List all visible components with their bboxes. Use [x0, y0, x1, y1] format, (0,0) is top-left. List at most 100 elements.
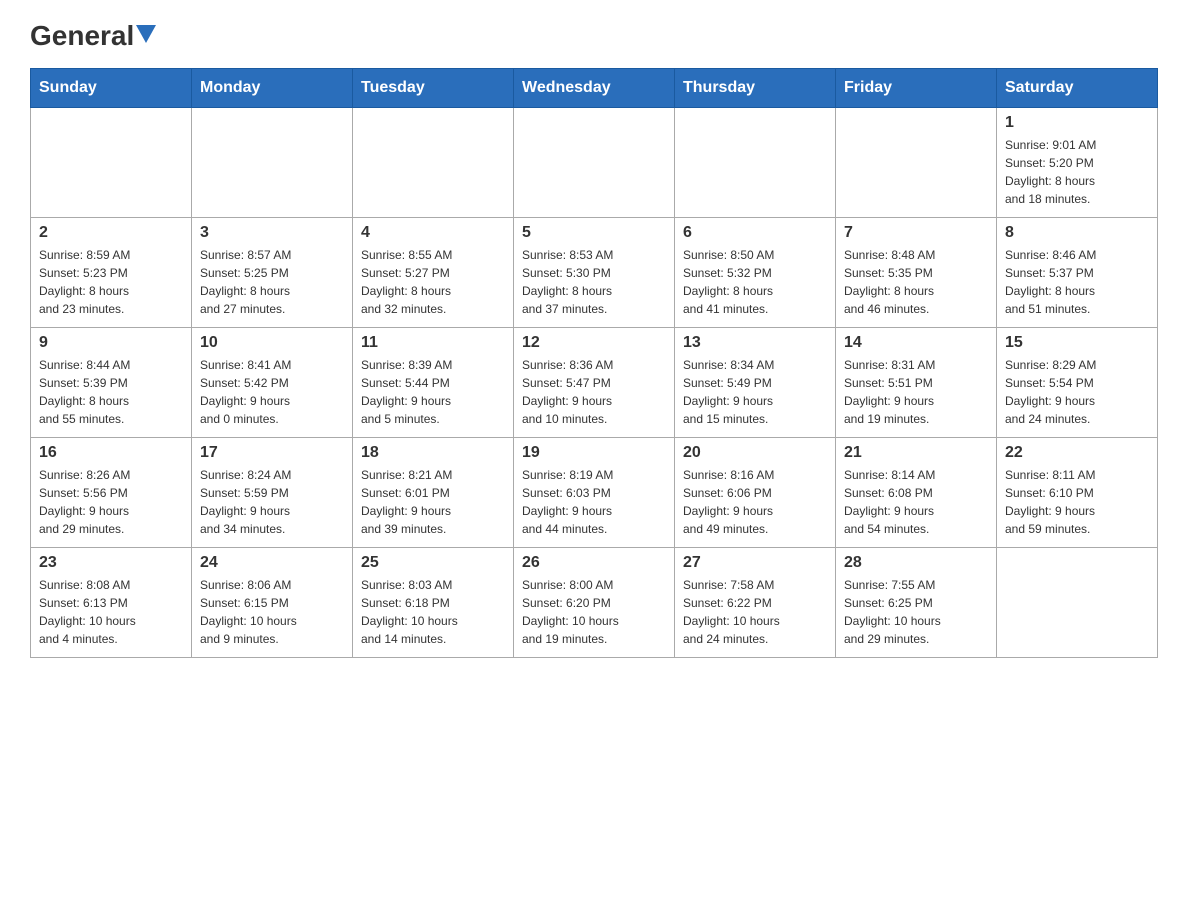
weekday-header-tuesday: Tuesday: [353, 69, 514, 108]
day-number: 17: [200, 444, 344, 462]
calendar-cell: 24 Sunrise: 8:06 AM Sunset: 6:15 PM Dayli…: [192, 548, 353, 658]
day-number: 3: [200, 224, 344, 242]
day-info: Sunrise: 7:58 AM Sunset: 6:22 PM Dayligh…: [683, 576, 827, 648]
calendar-cell: 26 Sunrise: 8:00 AM Sunset: 6:20 PM Dayli…: [514, 548, 675, 658]
logo: General: [30, 20, 156, 48]
day-info: Sunrise: 8:53 AM Sunset: 5:30 PM Dayligh…: [522, 246, 666, 318]
calendar-cell: 15 Sunrise: 8:29 AM Sunset: 5:54 PM Dayli…: [997, 328, 1158, 438]
day-number: 24: [200, 554, 344, 572]
week-row-2: 2Sunrise: 8:59 AM Sunset: 5:23 PM Daylig…: [31, 218, 1158, 328]
day-info: Sunrise: 8:34 AM Sunset: 5:49 PM Dayligh…: [683, 356, 827, 428]
calendar-cell: [31, 108, 192, 218]
calendar-cell: 7 Sunrise: 8:48 AM Sunset: 5:35 PM Daylig…: [836, 218, 997, 328]
day-number: 26: [522, 554, 666, 572]
weekday-header-wednesday: Wednesday: [514, 69, 675, 108]
day-number: 6: [683, 224, 827, 242]
day-info: Sunrise: 8:29 AM Sunset: 5:54 PM Dayligh…: [1005, 356, 1149, 428]
logo-general: General: [30, 20, 134, 52]
day-number: 9: [39, 334, 183, 352]
day-number: 21: [844, 444, 988, 462]
day-number: 13: [683, 334, 827, 352]
day-number: 15: [1005, 334, 1149, 352]
day-info: Sunrise: 7:55 AM Sunset: 6:25 PM Dayligh…: [844, 576, 988, 648]
weekday-row: SundayMondayTuesdayWednesdayThursdayFrid…: [31, 69, 1158, 108]
calendar-cell: [675, 108, 836, 218]
logo-text: General: [30, 20, 156, 52]
weekday-header-saturday: Saturday: [997, 69, 1158, 108]
day-info: Sunrise: 8:08 AM Sunset: 6:13 PM Dayligh…: [39, 576, 183, 648]
day-info: Sunrise: 8:36 AM Sunset: 5:47 PM Dayligh…: [522, 356, 666, 428]
calendar-cell: 23 Sunrise: 8:08 AM Sunset: 6:13 PM Dayli…: [31, 548, 192, 658]
calendar-cell: [353, 108, 514, 218]
day-info: Sunrise: 8:26 AM Sunset: 5:56 PM Dayligh…: [39, 466, 183, 538]
day-number: 2: [39, 224, 183, 242]
calendar-cell: 19 Sunrise: 8:19 AM Sunset: 6:03 PM Dayli…: [514, 438, 675, 548]
calendar-cell: 3 Sunrise: 8:57 AM Sunset: 5:25 PM Daylig…: [192, 218, 353, 328]
calendar-cell: [192, 108, 353, 218]
week-row-4: 16 Sunrise: 8:26 AM Sunset: 5:56 PM Dayli…: [31, 438, 1158, 548]
day-info: Sunrise: 8:24 AM Sunset: 5:59 PM Dayligh…: [200, 466, 344, 538]
weekday-header-thursday: Thursday: [675, 69, 836, 108]
day-info: Sunrise: 8:03 AM Sunset: 6:18 PM Dayligh…: [361, 576, 505, 648]
day-info: Sunrise: 8:46 AM Sunset: 5:37 PM Dayligh…: [1005, 246, 1149, 318]
day-number: 28: [844, 554, 988, 572]
calendar-cell: 17 Sunrise: 8:24 AM Sunset: 5:59 PM Dayli…: [192, 438, 353, 548]
calendar-cell: 20Sunrise: 8:16 AM Sunset: 6:06 PM Dayli…: [675, 438, 836, 548]
day-number: 7: [844, 224, 988, 242]
calendar-cell: 14 Sunrise: 8:31 AM Sunset: 5:51 PM Dayli…: [836, 328, 997, 438]
day-info: Sunrise: 8:50 AM Sunset: 5:32 PM Dayligh…: [683, 246, 827, 318]
weekday-header-monday: Monday: [192, 69, 353, 108]
calendar-cell: 28 Sunrise: 7:55 AM Sunset: 6:25 PM Dayli…: [836, 548, 997, 658]
day-info: Sunrise: 9:01 AM Sunset: 5:20 PM Dayligh…: [1005, 136, 1149, 208]
week-row-1: 1 Sunrise: 9:01 AM Sunset: 5:20 PM Daylig…: [31, 108, 1158, 218]
day-number: 10: [200, 334, 344, 352]
calendar-cell: 21 Sunrise: 8:14 AM Sunset: 6:08 PM Dayli…: [836, 438, 997, 548]
calendar-cell: 27 Sunrise: 7:58 AM Sunset: 6:22 PM Dayli…: [675, 548, 836, 658]
day-info: Sunrise: 8:48 AM Sunset: 5:35 PM Dayligh…: [844, 246, 988, 318]
day-info: Sunrise: 8:39 AM Sunset: 5:44 PM Dayligh…: [361, 356, 505, 428]
day-number: 4: [361, 224, 505, 242]
calendar-cell: 9 Sunrise: 8:44 AM Sunset: 5:39 PM Daylig…: [31, 328, 192, 438]
weekday-header-friday: Friday: [836, 69, 997, 108]
calendar-cell: 25 Sunrise: 8:03 AM Sunset: 6:18 PM Dayli…: [353, 548, 514, 658]
day-number: 27: [683, 554, 827, 572]
calendar-cell: 2Sunrise: 8:59 AM Sunset: 5:23 PM Daylig…: [31, 218, 192, 328]
day-number: 19: [522, 444, 666, 462]
day-number: 18: [361, 444, 505, 462]
day-number: 23: [39, 554, 183, 572]
day-info: Sunrise: 8:41 AM Sunset: 5:42 PM Dayligh…: [200, 356, 344, 428]
day-number: 22: [1005, 444, 1149, 462]
day-info: Sunrise: 8:44 AM Sunset: 5:39 PM Dayligh…: [39, 356, 183, 428]
day-info: Sunrise: 8:57 AM Sunset: 5:25 PM Dayligh…: [200, 246, 344, 318]
day-info: Sunrise: 8:55 AM Sunset: 5:27 PM Dayligh…: [361, 246, 505, 318]
page-header: General: [30, 20, 1158, 48]
day-number: 12: [522, 334, 666, 352]
calendar-cell: 16 Sunrise: 8:26 AM Sunset: 5:56 PM Dayli…: [31, 438, 192, 548]
calendar-body: 1 Sunrise: 9:01 AM Sunset: 5:20 PM Daylig…: [31, 108, 1158, 658]
day-info: Sunrise: 8:16 AM Sunset: 6:06 PM Dayligh…: [683, 466, 827, 538]
day-number: 11: [361, 334, 505, 352]
day-info: Sunrise: 8:31 AM Sunset: 5:51 PM Dayligh…: [844, 356, 988, 428]
calendar: SundayMondayTuesdayWednesdayThursdayFrid…: [30, 68, 1158, 658]
calendar-cell: [514, 108, 675, 218]
calendar-cell: 4 Sunrise: 8:55 AM Sunset: 5:27 PM Daylig…: [353, 218, 514, 328]
day-number: 14: [844, 334, 988, 352]
day-info: Sunrise: 8:19 AM Sunset: 6:03 PM Dayligh…: [522, 466, 666, 538]
day-info: Sunrise: 8:06 AM Sunset: 6:15 PM Dayligh…: [200, 576, 344, 648]
calendar-cell: 11 Sunrise: 8:39 AM Sunset: 5:44 PM Dayli…: [353, 328, 514, 438]
day-info: Sunrise: 8:14 AM Sunset: 6:08 PM Dayligh…: [844, 466, 988, 538]
day-number: 25: [361, 554, 505, 572]
week-row-3: 9 Sunrise: 8:44 AM Sunset: 5:39 PM Daylig…: [31, 328, 1158, 438]
day-info: Sunrise: 8:00 AM Sunset: 6:20 PM Dayligh…: [522, 576, 666, 648]
day-number: 8: [1005, 224, 1149, 242]
calendar-cell: [836, 108, 997, 218]
calendar-cell: 5 Sunrise: 8:53 AM Sunset: 5:30 PM Daylig…: [514, 218, 675, 328]
calendar-cell: 18Sunrise: 8:21 AM Sunset: 6:01 PM Dayli…: [353, 438, 514, 548]
day-number: 5: [522, 224, 666, 242]
calendar-cell: 22Sunrise: 8:11 AM Sunset: 6:10 PM Dayli…: [997, 438, 1158, 548]
logo-arrow-icon: [136, 25, 156, 45]
day-number: 16: [39, 444, 183, 462]
day-number: 1: [1005, 114, 1149, 132]
calendar-cell: 6 Sunrise: 8:50 AM Sunset: 5:32 PM Daylig…: [675, 218, 836, 328]
calendar-cell: 8 Sunrise: 8:46 AM Sunset: 5:37 PM Daylig…: [997, 218, 1158, 328]
